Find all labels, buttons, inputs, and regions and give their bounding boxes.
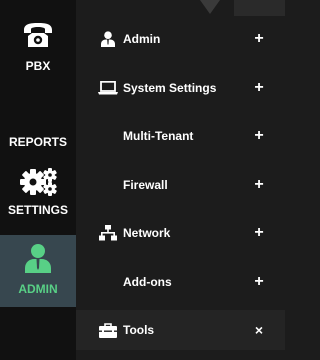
nav-label-pbx: PBX — [25, 59, 51, 73]
laptop-icon — [98, 79, 118, 97]
submenu-item-multi-tenant[interactable]: Multi-Tenant + — [76, 116, 285, 156]
top-bar-decoration — [234, 0, 285, 16]
user-icon — [98, 30, 118, 48]
submenu-item-firewall[interactable]: Firewall + — [76, 165, 285, 205]
submenu-label-add-ons: Add-ons — [123, 275, 172, 289]
expand-icon[interactable]: + — [252, 80, 266, 96]
expand-icon[interactable]: + — [252, 128, 266, 144]
submenu-item-add-ons[interactable]: Add-ons + — [76, 262, 285, 302]
nav-item-settings[interactable]: SETTINGS — [0, 168, 76, 226]
submenu-label-multi-tenant: Multi-Tenant — [123, 129, 194, 143]
nav-item-reports[interactable]: REPORTS — [0, 131, 76, 153]
expand-icon[interactable]: + — [252, 177, 266, 193]
top-notch-decoration — [200, 0, 220, 14]
admin-submenu: Admin + System Settings + Multi-Tenant +… — [76, 17, 285, 360]
expand-icon[interactable]: + — [252, 225, 266, 241]
submenu-label-admin: Admin — [123, 32, 161, 46]
gears-icon — [18, 168, 58, 201]
expand-icon[interactable]: + — [252, 274, 266, 290]
nav-item-pbx[interactable]: PBX — [0, 22, 76, 84]
submenu-label-firewall: Firewall — [123, 178, 168, 192]
nav-item-admin[interactable]: ADMIN — [0, 235, 76, 307]
toolbox-icon — [98, 321, 118, 339]
telephone-icon — [23, 22, 53, 53]
network-icon — [98, 224, 118, 242]
nav-label-admin: ADMIN — [18, 282, 58, 296]
submenu-item-tools[interactable]: Tools × — [76, 310, 285, 350]
left-nav: PBX REPORTS SETTINGS ADMIN — [0, 0, 76, 360]
nav-label-settings: SETTINGS — [7, 203, 68, 217]
submenu-label-system-settings: System Settings — [123, 81, 217, 95]
submenu-item-network[interactable]: Network + — [76, 213, 285, 253]
collapse-icon[interactable]: × — [252, 322, 266, 338]
expand-icon[interactable]: + — [252, 31, 266, 47]
app-root: PBX REPORTS SETTINGS ADMIN Admin + Syste… — [0, 0, 285, 360]
user-icon — [25, 243, 51, 278]
submenu-label-tools: Tools — [123, 323, 155, 337]
submenu-item-admin[interactable]: Admin + — [76, 19, 285, 59]
submenu-label-network: Network — [123, 226, 171, 240]
submenu-item-system-settings[interactable]: System Settings + — [76, 68, 285, 108]
nav-label-reports: REPORTS — [8, 135, 67, 149]
